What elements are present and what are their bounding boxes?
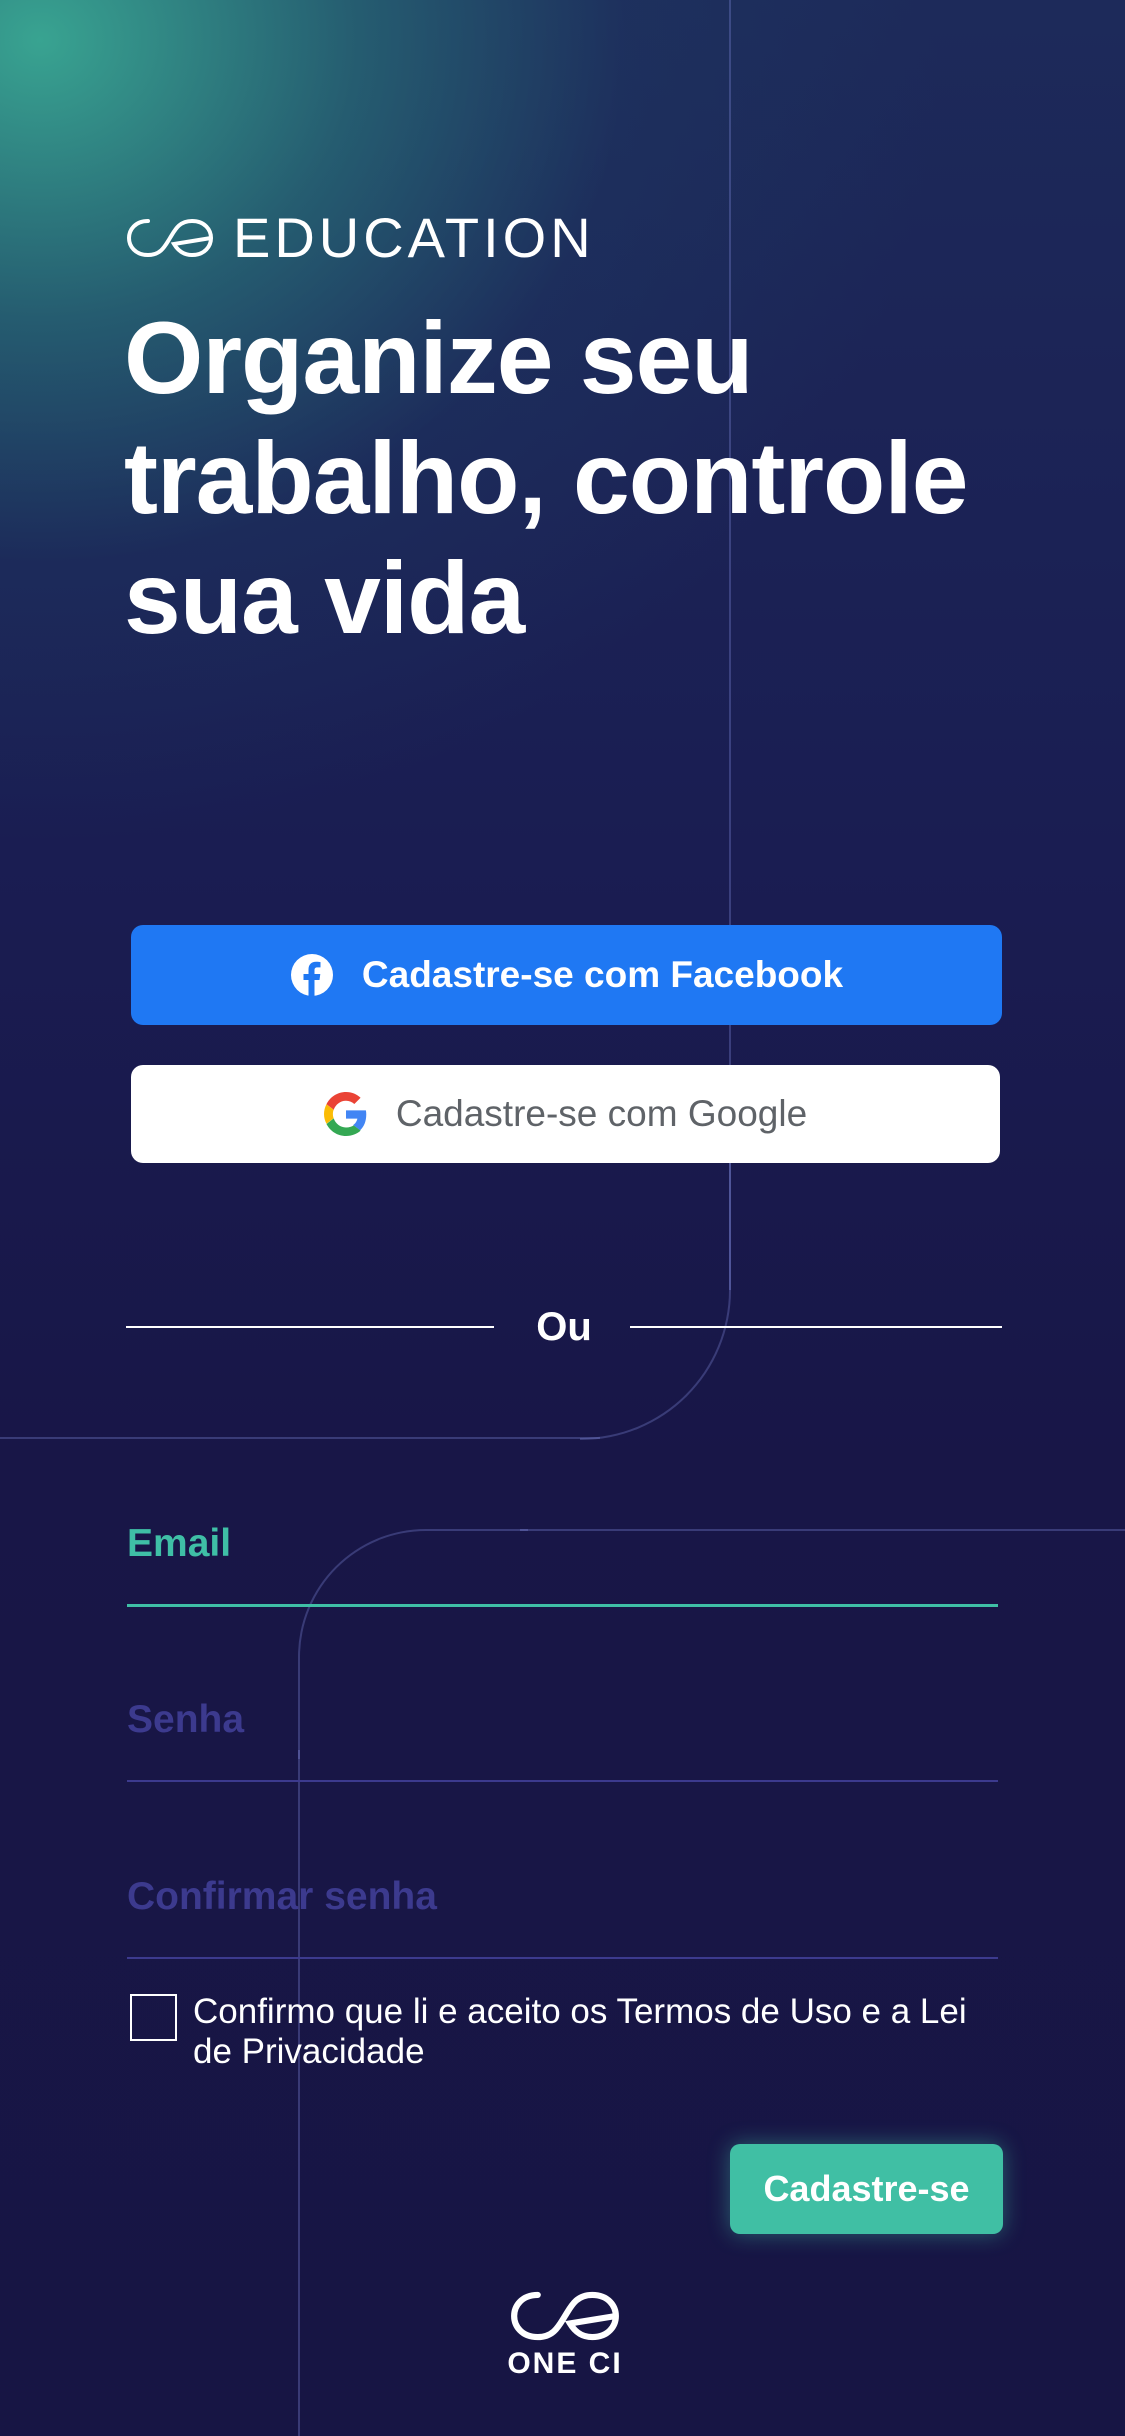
google-icon	[323, 1092, 368, 1136]
brand-logo: EDUCATION	[125, 205, 595, 270]
footer-brand-name: ONE CI	[507, 2347, 623, 2380]
confirm-password-input[interactable]	[127, 1875, 998, 1935]
terms-row: Confirmo que li e aceito os Termos de Us…	[130, 1992, 1010, 2072]
decor-line	[0, 1437, 600, 1439]
password-field[interactable]: Senha	[127, 1698, 998, 1782]
password-input[interactable]	[127, 1698, 998, 1758]
confirm-password-underline	[127, 1957, 998, 1959]
email-underline	[127, 1604, 998, 1607]
footer-logo: ONE CI	[505, 2285, 625, 2381]
decor-line	[298, 1750, 300, 2436]
facebook-signup-label: Cadastre-se com Facebook	[361, 954, 844, 995]
terms-checkbox[interactable]	[130, 1994, 177, 2041]
page-title: Organize seu trabalho, controle sua vida	[124, 301, 968, 655]
signup-submit-button[interactable]: Cadastre-se	[730, 2144, 1003, 2234]
divider-line	[630, 1326, 1002, 1328]
or-divider: Ou	[126, 1305, 1002, 1349]
google-signup-button[interactable]: Cadastre-se com Google	[131, 1065, 1000, 1163]
decor-curve	[580, 1140, 731, 1440]
email-input[interactable]	[127, 1522, 998, 1582]
facebook-icon	[290, 953, 334, 997]
brand-name: EDUCATION	[233, 206, 595, 269]
password-underline	[127, 1780, 998, 1782]
oe-infinity-logo-icon	[126, 218, 214, 257]
email-field[interactable]: Email	[127, 1522, 998, 1607]
terms-text: Confirmo que li e aceito os Termos de Us…	[193, 1992, 967, 2071]
google-signup-label: Cadastre-se com Google	[395, 1093, 808, 1134]
confirm-password-field[interactable]: Confirmar senha	[127, 1875, 998, 1959]
oe-infinity-logo-icon	[511, 2291, 619, 2341]
facebook-signup-button[interactable]: Cadastre-se com Facebook	[131, 925, 1002, 1025]
